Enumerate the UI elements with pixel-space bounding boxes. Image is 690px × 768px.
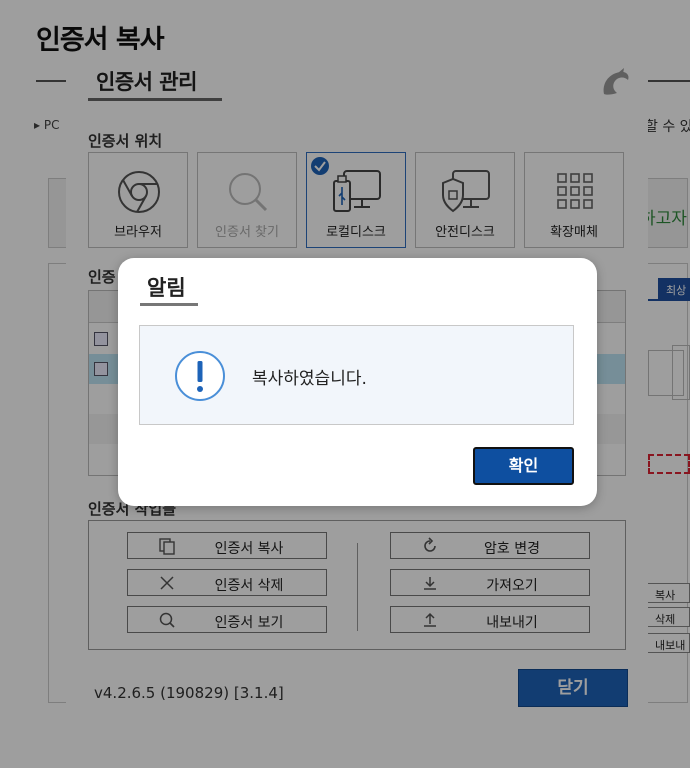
alert-message-box: 복사하였습니다.	[139, 325, 574, 425]
alert-dialog: 알림 복사하였습니다. 확인	[118, 258, 597, 506]
ok-button[interactable]: 확인	[473, 447, 574, 485]
alert-message: 복사하였습니다.	[252, 369, 367, 389]
exclamation-icon	[175, 351, 225, 401]
alert-title: 알림	[147, 276, 186, 300]
alert-title-underline	[140, 303, 198, 306]
